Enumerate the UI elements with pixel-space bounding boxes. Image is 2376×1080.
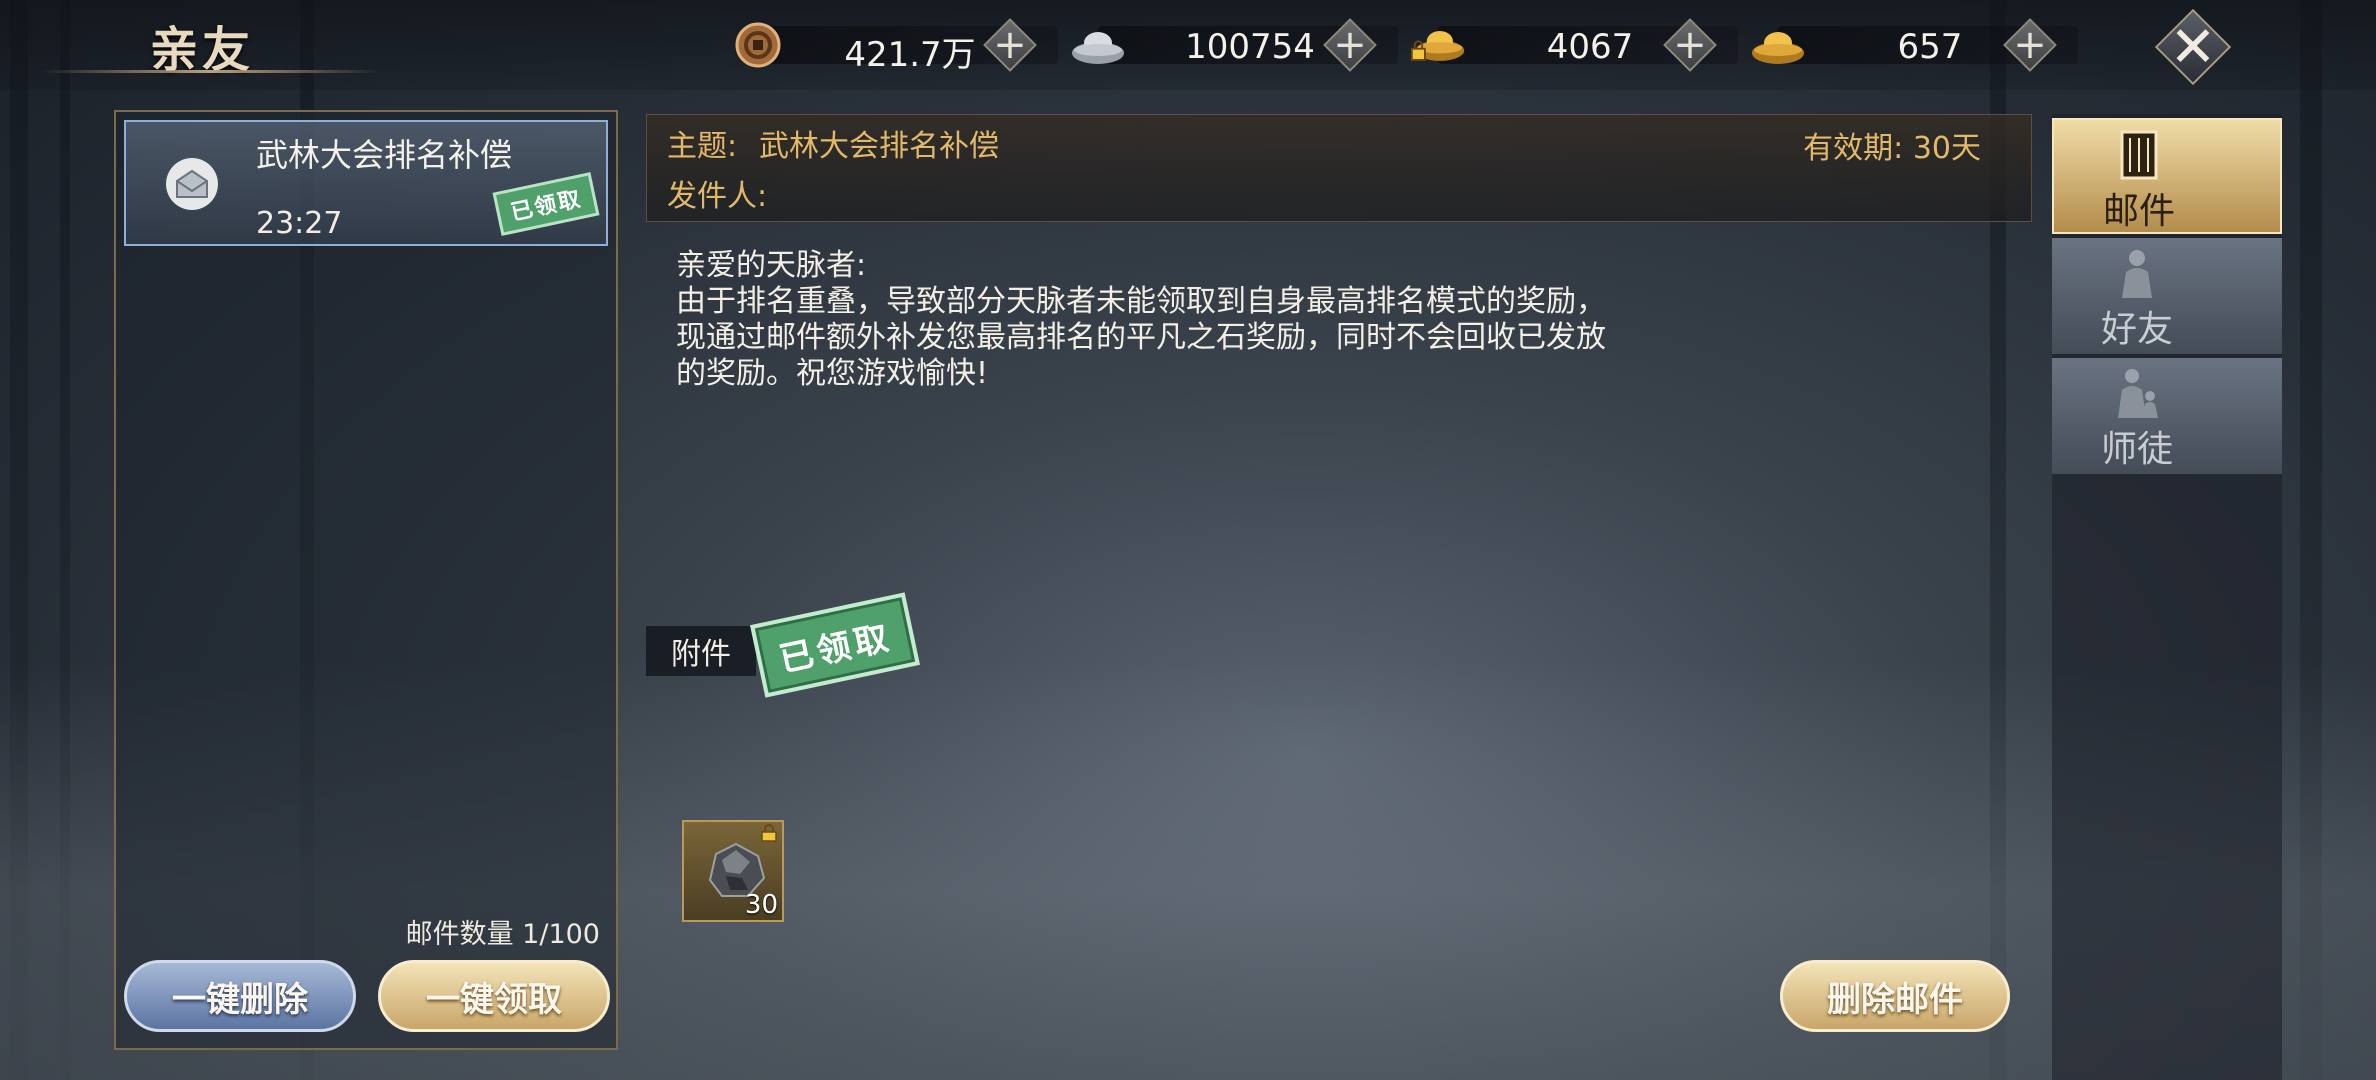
plus-icon: + (993, 22, 1027, 68)
add-copper-button[interactable]: + (982, 17, 1038, 73)
close-button[interactable]: ✕ (2148, 8, 2238, 88)
mail-list-item[interactable]: 武林大会排名补偿 23:27 已领取 (124, 120, 608, 246)
gold-ingot-icon (1750, 20, 1806, 70)
mail-header: 主题: 武林大会排名补偿 发件人: 有效期: 30天 (646, 114, 2032, 222)
item-count: 30 (744, 890, 778, 920)
delete-all-button[interactable]: 一键删除 (124, 960, 356, 1032)
copper-coin-icon (730, 20, 786, 70)
top-bar: 亲友 421.7万 + 100754 + 4067 + 657 + ✕ (0, 0, 2376, 90)
subject-label: 主题: (667, 129, 738, 164)
lock-icon (761, 824, 777, 842)
tab-friends[interactable]: 好友 (2052, 238, 2282, 354)
plus-icon: + (1673, 22, 1707, 68)
claimed-stamp: 已领取 (492, 172, 600, 236)
attachment-claimed-stamp: 已领取 (750, 592, 920, 698)
tab-friends-label: 好友 (2100, 309, 2173, 350)
silver-ingot-icon (1070, 20, 1126, 70)
attachment-item-slot[interactable]: 30 (682, 820, 784, 922)
validity-period: 有效期: 30天 (1803, 131, 1981, 166)
mentor-figure-icon (2118, 369, 2158, 418)
mail-list-panel: 武林大会排名补偿 23:27 已领取 邮件数量 1/100 (114, 110, 618, 1050)
mail-detail-panel: 主题: 武林大会排名补偿 发件人: 有效期: 30天 亲爱的天脉者: 由于排名重… (646, 114, 2032, 1044)
sender-label: 发件人: (667, 179, 768, 214)
add-silver-button[interactable]: + (1322, 17, 1378, 73)
mail-item-time: 23:27 (256, 206, 343, 241)
locked-gold-ingot-icon (1410, 20, 1466, 70)
add-locked-gold-button[interactable]: + (1662, 17, 1718, 73)
letter-icon (2120, 130, 2158, 180)
claim-all-button[interactable]: 一键领取 (378, 960, 610, 1032)
tab-mail[interactable]: 邮件 (2052, 118, 2282, 234)
title-underline (40, 70, 380, 73)
tab-mentorship[interactable]: 师徒 (2052, 358, 2282, 474)
friend-figure-icon (2122, 250, 2152, 298)
mail-body: 亲爱的天脉者: 由于排名重叠，导致部分天脉者未能领取到自身最高排名模式的奖励， … (676, 248, 1606, 391)
mail-subject: 武林大会排名补偿 (759, 129, 999, 164)
plus-icon: + (2013, 22, 2047, 68)
tab-mail-label: 邮件 (2102, 191, 2175, 232)
tab-mentorship-label: 师徒 (2100, 429, 2173, 470)
attachment-label: 附件 (646, 626, 756, 676)
delete-mail-button[interactable]: 删除邮件 (1780, 960, 2010, 1032)
add-gold-button[interactable]: + (2002, 17, 2058, 73)
plus-icon: + (1333, 22, 1367, 68)
mail-item-title: 武林大会排名补偿 (256, 136, 513, 174)
close-icon: ✕ (2169, 15, 2217, 80)
mail-count: 邮件数量 1/100 (405, 919, 600, 950)
open-envelope-icon (166, 158, 218, 210)
side-tab-bar: 邮件 好友 师徒 (2052, 114, 2282, 1080)
